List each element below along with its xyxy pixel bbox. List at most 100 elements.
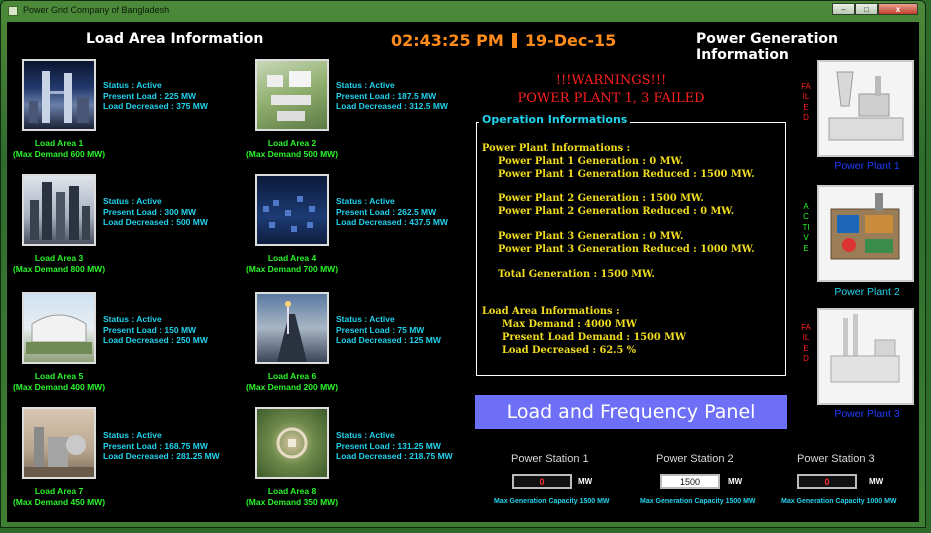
load-area-6-status: Status : Active — [336, 314, 395, 324]
load-area-7-image[interactable] — [22, 407, 96, 479]
power-plant-2-label: Power Plant 2 — [834, 286, 900, 298]
industrial-plant-icon — [24, 427, 94, 477]
load-area-5-caption: Load Area 5 (Max Demand 400 MW) — [4, 371, 114, 393]
load-area-8-image[interactable] — [255, 407, 329, 479]
load-area-4-status: Status : Active — [336, 196, 395, 206]
power-plant-2-image[interactable] — [817, 185, 914, 282]
warnings-title: !!!WARNINGS!!! — [555, 73, 667, 88]
power-station-3-title: Power Station 3 — [797, 453, 875, 465]
power-plant-active-icon — [830, 193, 900, 260]
load-area-6-max-demand: (Max Demand 200 MW) — [245, 382, 339, 392]
load-area-2-caption: Load Area 2 (Max Demand 500 MW) — [237, 138, 347, 160]
op-line-plant3-reduced: Power Plant 3 Generation Reduced : 1000 … — [498, 244, 755, 255]
app-icon — [8, 6, 18, 16]
load-area-1-image[interactable] — [22, 59, 96, 131]
operation-info-legend: Operation Informations — [479, 113, 631, 126]
window-title: Power Grid Company of Bangladesh — [23, 5, 170, 15]
load-area-5-max-demand: (Max Demand 400 MW) — [12, 382, 106, 392]
load-area-4-image[interactable] — [255, 174, 329, 246]
client-area: Load Area Information 02:43:25 PM 19-Dec-… — [7, 22, 919, 522]
load-area-6-caption: Load Area 6 (Max Demand 200 MW) — [237, 371, 347, 393]
load-area-7-caption: Load Area 7 (Max Demand 450 MW) — [4, 486, 114, 508]
load-area-7-info: Status : Active Present Load : 168.75 MW… — [103, 430, 220, 462]
power-station-1-unit: MW — [578, 477, 593, 486]
load-area-5-image[interactable] — [22, 292, 96, 364]
warnings-message: POWER PLANT 1, 3 FAILED — [517, 91, 705, 106]
load-area-6-present: Present Load : 75 MW — [336, 324, 425, 335]
power-station-3-value[interactable]: 0 — [797, 474, 857, 489]
load-area-2-status: Status : Active — [336, 80, 395, 90]
load-area-3-max-demand: (Max Demand 800 MW) — [12, 264, 106, 274]
power-station-3-capacity: Max Generation Capacity 1000 MW — [781, 498, 897, 505]
load-area-1-caption: Load Area 1 (Max Demand 600 MW) — [4, 138, 114, 160]
campus-icon — [267, 71, 311, 121]
load-area-3-image[interactable] — [22, 174, 96, 246]
load-area-1-max-demand: (Max Demand 600 MW) — [12, 149, 106, 159]
load-area-8-present: Present Load : 131.25 MW — [336, 440, 441, 451]
load-area-8-status: Status : Active — [336, 430, 395, 440]
op-line-total-gen: Total Generation : 1500 MW. — [498, 269, 655, 280]
power-station-2-title: Power Station 2 — [656, 453, 734, 465]
load-area-6-decreased: Load Decreased : 125 MW — [336, 335, 441, 345]
power-station-3-unit: MW — [869, 477, 884, 486]
op-line-plant3-gen: Power Plant 3 Generation : 0 MW. — [498, 231, 684, 242]
op-line-plant2-reduced: Power Plant 2 Generation Reduced : 0 MW. — [498, 206, 735, 217]
title-bar[interactable]: Power Grid Company of Bangladesh – □ x — [1, 1, 925, 21]
window-controls: – □ x — [832, 3, 918, 16]
power-plant-3-label: Power Plant 3 — [834, 408, 900, 420]
load-area-7-name: Load Area 7 — [34, 486, 84, 496]
op-line-load-decreased: Load Decreased : 62.5 % — [502, 345, 637, 356]
clock-time: 02:43:25 PM — [391, 31, 504, 50]
load-area-1-name: Load Area 1 — [34, 138, 84, 148]
load-area-6-image[interactable] — [255, 292, 329, 364]
load-area-5-decreased: Load Decreased : 250 MW — [103, 335, 208, 345]
load-area-4-caption: Load Area 4 (Max Demand 700 MW) — [237, 253, 347, 275]
load-area-8-caption: Load Area 8 (Max Demand 350 MW) — [237, 486, 347, 508]
maximize-button[interactable]: □ — [855, 3, 878, 15]
load-area-2-decreased: Load Decreased : 312.5 MW — [336, 101, 448, 111]
load-area-2-max-demand: (Max Demand 500 MW) — [245, 149, 339, 159]
close-button[interactable]: x — [878, 3, 918, 15]
power-station-1-value[interactable]: 0 — [512, 474, 572, 489]
op-line-plant1-reduced: Power Plant 1 Generation Reduced : 1500 … — [498, 169, 755, 180]
load-area-7-decreased: Load Decreased : 281.25 MW — [103, 451, 220, 461]
load-frequency-panel-button[interactable]: Load and Frequency Panel — [475, 395, 787, 429]
load-area-2-image[interactable] — [255, 59, 329, 131]
load-area-5-name: Load Area 5 — [34, 371, 84, 381]
load-area-3-caption: Load Area 3 (Max Demand 800 MW) — [4, 253, 114, 275]
load-area-8-name: Load Area 8 — [267, 486, 317, 496]
town-square-icon — [276, 427, 308, 459]
load-area-7-max-demand: (Max Demand 450 MW) — [12, 497, 106, 507]
load-area-7-status: Status : Active — [103, 430, 162, 440]
load-area-4-max-demand: (Max Demand 700 MW) — [245, 264, 339, 274]
op-line-plant1-gen: Power Plant 1 Generation : 0 MW. — [498, 156, 684, 167]
power-plant-1-image[interactable] — [817, 60, 914, 157]
load-area-1-status: Status : Active — [103, 80, 162, 90]
load-area-5-present: Present Load : 150 MW — [103, 324, 197, 335]
power-station-1-capacity: Max Generation Capacity 1500 MW — [494, 498, 610, 505]
power-station-2-capacity: Max Generation Capacity 1500 MW — [640, 498, 756, 505]
power-gen-header: Power Generation Information — [696, 31, 838, 63]
minimize-button[interactable]: – — [832, 3, 855, 15]
bridge-road-icon — [277, 301, 307, 362]
op-line-present-demand: Present Load Demand : 1500 MW — [502, 332, 686, 343]
load-area-4-name: Load Area 4 — [267, 253, 317, 263]
load-area-5-info: Status : Active Present Load : 150 MW Lo… — [103, 314, 208, 346]
load-area-8-info: Status : Active Present Load : 131.25 MW… — [336, 430, 453, 462]
op-line-load-header: Load Area Informations : — [482, 306, 620, 317]
load-area-7-present: Present Load : 168.75 MW — [103, 440, 208, 451]
op-line-plant-header: Power Plant Informations : — [482, 143, 631, 154]
load-area-1-decreased: Load Decreased : 375 MW — [103, 101, 208, 111]
load-area-4-present: Present Load : 262.5 MW — [336, 206, 437, 217]
load-area-3-decreased: Load Decreased : 500 MW — [103, 217, 208, 227]
power-plant-3-image[interactable] — [817, 308, 914, 405]
load-area-1-info: Status : Active Present Load : 225 MW Lo… — [103, 80, 208, 112]
load-area-3-info: Status : Active Present Load : 300 MW Lo… — [103, 196, 208, 228]
load-area-3-present: Present Load : 300 MW — [103, 206, 197, 217]
power-station-1-title: Power Station 1 — [511, 453, 589, 465]
load-area-2-name: Load Area 2 — [267, 138, 317, 148]
power-station-2-value[interactable]: 1500 — [660, 474, 720, 489]
city-towers-icon — [29, 71, 89, 123]
load-area-2-info: Status : Active Present Load : 187.5 MW … — [336, 80, 448, 112]
night-city-icon — [263, 196, 315, 232]
